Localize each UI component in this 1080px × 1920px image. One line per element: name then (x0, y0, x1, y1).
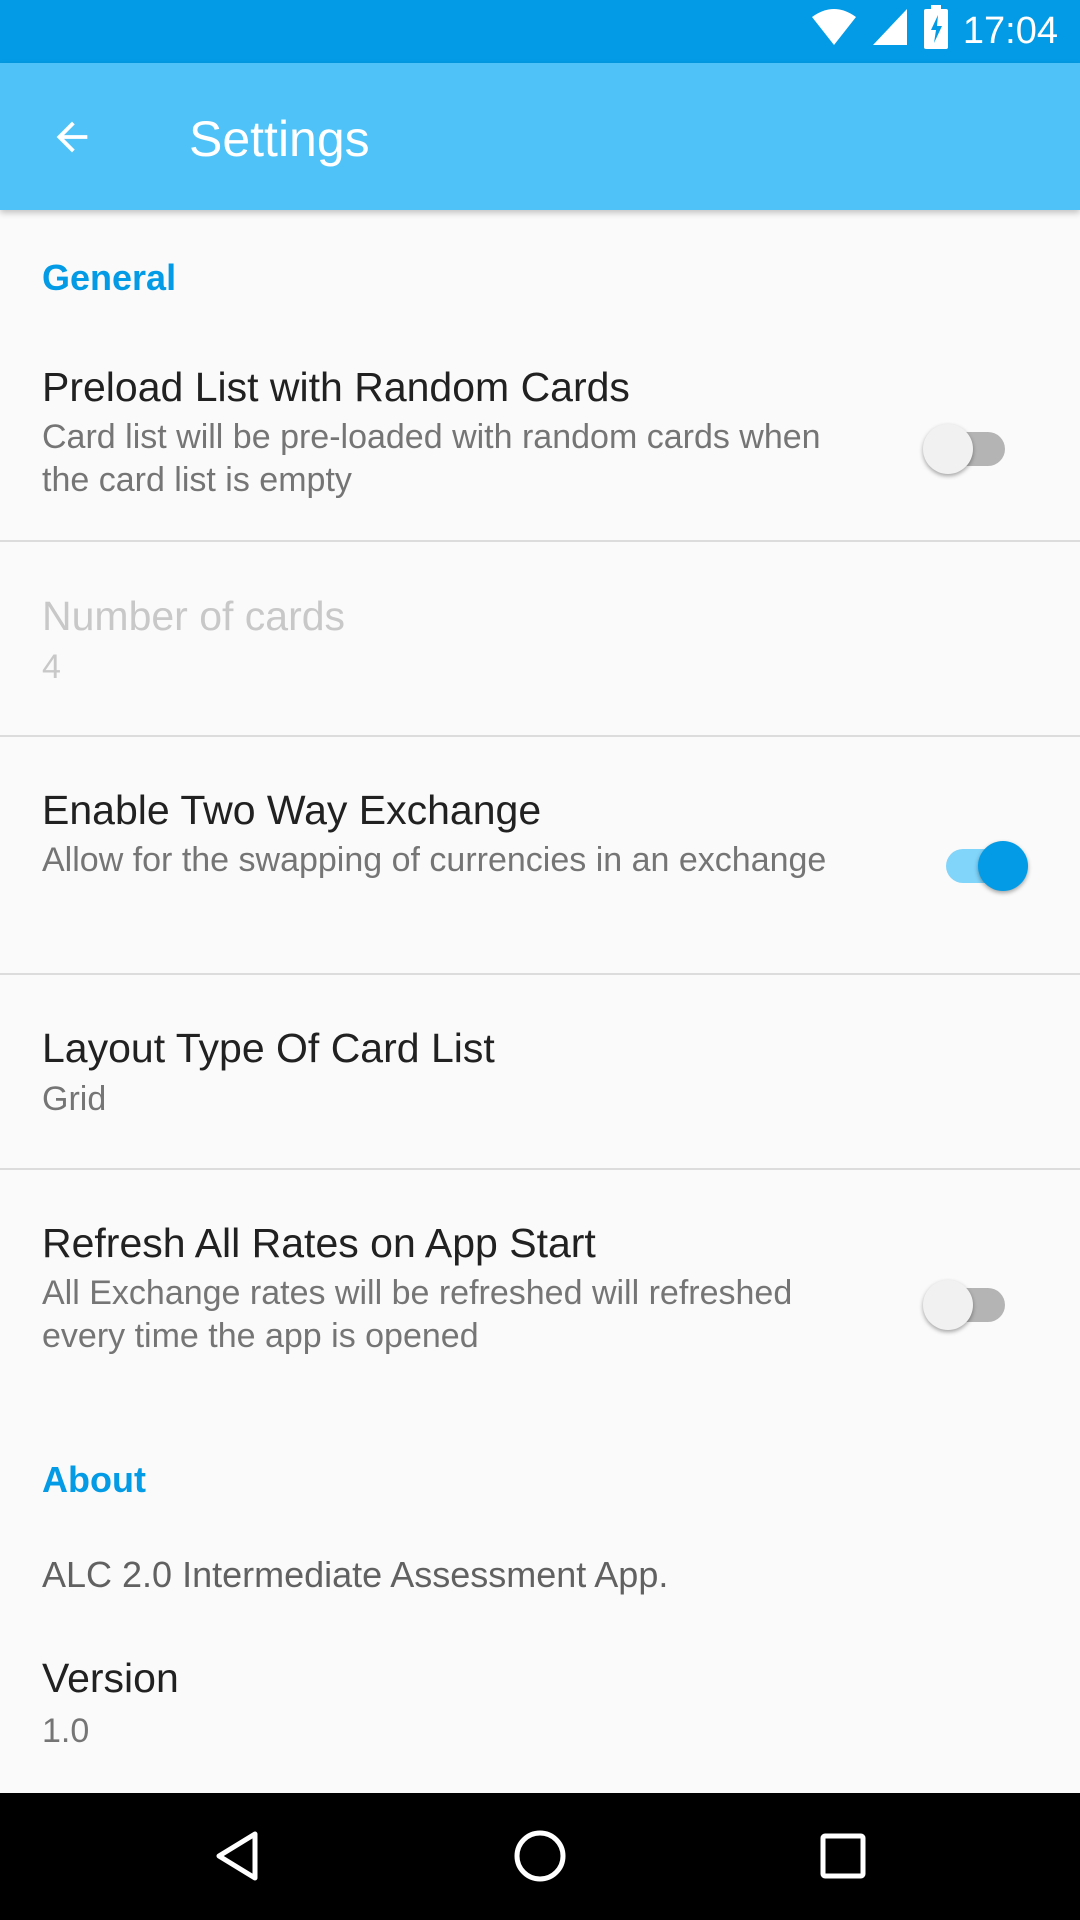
category-general: General (42, 257, 177, 298)
pref-summary: Allow for the swapping of currencies in … (42, 841, 827, 879)
pref-value: 1.0 (42, 1712, 90, 1750)
switch-thumb (978, 841, 1028, 891)
signal-icon (871, 7, 909, 57)
about-description: ALC 2.0 Intermediate Assessment App. (42, 1554, 669, 1595)
pref-two-way-exchange[interactable]: Enable Two Way Exchange Allow for the sw… (0, 737, 1080, 973)
pref-preload-random-cards[interactable]: Preload List with Random Cards Card list… (0, 340, 1080, 540)
switch-thumb (923, 1280, 973, 1330)
nav-home-button[interactable] (510, 1826, 570, 1886)
pref-number-of-cards[interactable]: Number of cards 4 (0, 542, 1080, 735)
home-circle-icon (514, 1830, 566, 1882)
settings-list[interactable]: General Preload List with Random Cards C… (0, 210, 1080, 1793)
preload-toggle[interactable] (923, 413, 1013, 474)
wifi-icon (811, 7, 857, 57)
pref-value: Grid (42, 1080, 107, 1118)
status-bar: 17:04 (0, 0, 1080, 63)
category-about: About (42, 1459, 146, 1500)
pref-title: Number of cards (42, 593, 346, 639)
recents-square-icon (820, 1833, 866, 1879)
pref-summary: Card list will be pre-loaded with random… (42, 418, 821, 499)
page-title: Settings (189, 111, 370, 167)
pref-version[interactable]: Version 1.0 (0, 1650, 1080, 1793)
nav-back-button[interactable] (207, 1826, 267, 1886)
battery-charging-icon (923, 4, 949, 59)
nav-recents-button[interactable] (813, 1826, 873, 1886)
pref-title: Refresh All Rates on App Start (42, 1220, 596, 1266)
pref-title: Enable Two Way Exchange (42, 787, 542, 833)
back-button[interactable] (42, 107, 102, 167)
pref-title: Version (42, 1655, 179, 1701)
status-time: 17:04 (962, 10, 1058, 52)
pref-layout-type[interactable]: Layout Type Of Card List Grid (0, 975, 1080, 1168)
back-triangle-icon (216, 1831, 258, 1881)
pref-refresh-rates[interactable]: Refresh All Rates on App Start All Excha… (0, 1170, 1080, 1400)
pref-title: Layout Type Of Card List (42, 1025, 495, 1071)
app-bar: Settings (0, 63, 1080, 210)
arrow-back-icon (56, 121, 88, 153)
pref-title: Preload List with Random Cards (42, 364, 630, 410)
switch-thumb (923, 424, 973, 474)
refresh-toggle[interactable] (923, 1269, 1013, 1330)
pref-value: 4 (42, 648, 61, 686)
system-nav-bar (0, 1793, 1080, 1920)
pref-summary: All Exchange rates will be refreshed wil… (42, 1274, 793, 1355)
two-way-exchange-toggle[interactable] (938, 830, 1028, 891)
status-icons (811, 4, 949, 59)
